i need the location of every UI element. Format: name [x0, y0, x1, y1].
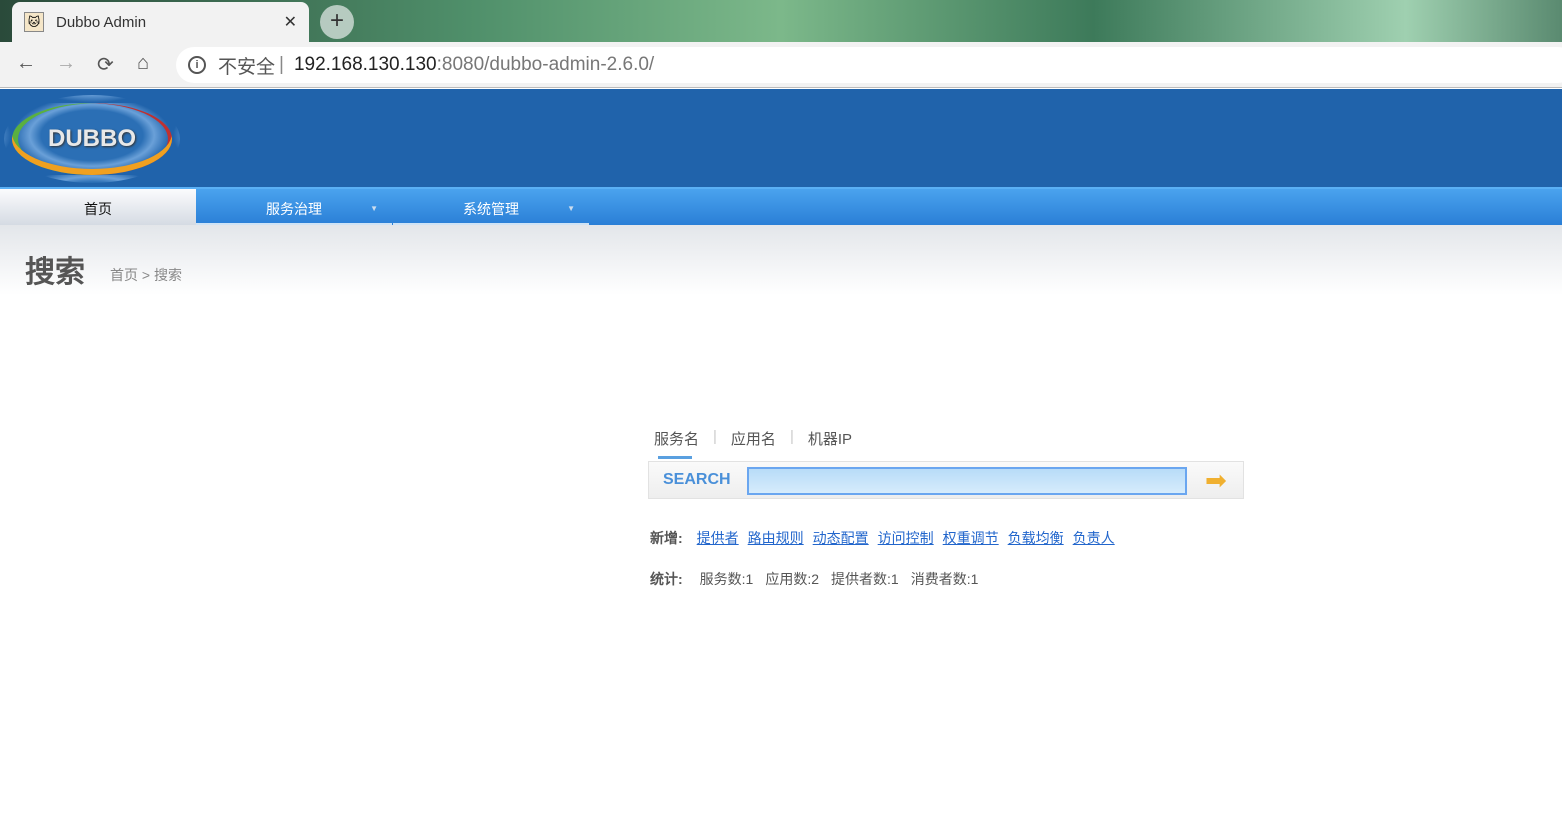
new-tab-button[interactable]: +	[320, 5, 354, 39]
reload-icon[interactable]: ⟳	[97, 52, 114, 77]
menu-service-governance[interactable]: 服务治理 ▼	[196, 189, 392, 225]
close-tab-icon[interactable]: ✕	[284, 12, 297, 32]
add-provider-link[interactable]: 提供者	[697, 528, 739, 548]
chevron-down-icon: ▼	[370, 204, 378, 213]
add-weight-link[interactable]: 权重调节	[943, 528, 999, 548]
menu-system-management[interactable]: 系统管理 ▼	[393, 189, 589, 225]
search-input[interactable]	[747, 467, 1187, 495]
breadcrumb: 首页 > 搜索	[110, 267, 182, 283]
stats-label: 统计:	[650, 571, 683, 587]
main-menu: 首页 服务治理 ▼ 系统管理 ▼	[0, 187, 1562, 225]
tab-application-name[interactable]: 应用名	[731, 428, 776, 449]
stat-providers: 提供者数:1	[831, 571, 899, 587]
menu-label: 系统管理	[463, 201, 519, 217]
home-icon[interactable]: ⌂	[137, 52, 149, 75]
url-host: 192.168.130.130	[293, 54, 437, 75]
browser-tab-bar: 🐱 Dubbo Admin ✕ +	[0, 0, 1562, 42]
arrow-right-icon[interactable]: ➡	[1205, 467, 1235, 493]
title-bar: 搜索 首页 > 搜索	[0, 225, 1562, 295]
tab-service-name[interactable]: 服务名	[654, 428, 699, 459]
back-icon[interactable]: ←	[16, 52, 36, 75]
stat-consumers: 消费者数:1	[910, 571, 979, 587]
browser-toolbar: ← → ⟳ ⌂ i 不安全 | 192.168.130.130 :8080/du…	[0, 42, 1562, 88]
separator: |	[279, 54, 284, 75]
insecure-label: 不安全	[218, 56, 276, 78]
app-header: DUBBO	[0, 89, 1562, 187]
add-access-link[interactable]: 访问控制	[878, 528, 934, 548]
add-loadbalance-link[interactable]: 负载均衡	[1008, 528, 1064, 548]
stats: 统计: 服务数:1 应用数:2 提供者数:1 消费者数:1	[650, 569, 978, 589]
menu-label: 首页	[84, 201, 112, 217]
search-label: SEARCH	[663, 471, 731, 488]
url-path: :8080/dubbo-admin-2.6.0/	[436, 54, 655, 75]
menu-home[interactable]: 首页	[0, 189, 196, 225]
tab-title: Dubbo Admin	[56, 13, 147, 31]
add-label: 新增:	[650, 530, 683, 546]
stat-applications: 应用数:2	[765, 571, 820, 587]
search-type-tabs: 服务名 | 应用名 | 机器IP	[654, 428, 853, 459]
tab-machine-ip[interactable]: 机器IP	[808, 428, 852, 449]
search-box: SEARCH ➡	[648, 461, 1244, 499]
add-owner-link[interactable]: 负责人	[1073, 528, 1115, 548]
add-links: 新增: 提供者 路由规则 动态配置 访问控制 权重调节 负载均衡 负责人	[650, 528, 1115, 548]
dubbo-logo[interactable]: DUBBO	[4, 95, 180, 183]
menu-label: 服务治理	[266, 201, 322, 217]
info-icon[interactable]: i	[188, 56, 206, 74]
browser-tab[interactable]: 🐱 Dubbo Admin ✕	[12, 2, 309, 42]
page-title: 搜索	[25, 256, 85, 289]
stat-services: 服务数:1	[699, 571, 754, 587]
add-config-link[interactable]: 动态配置	[813, 528, 869, 548]
add-route-link[interactable]: 路由规则	[748, 528, 804, 548]
forward-icon[interactable]: →	[56, 52, 76, 75]
tomcat-favicon-icon: 🐱	[24, 12, 44, 32]
logo-text: DUBBO	[48, 125, 136, 152]
chevron-down-icon: ▼	[567, 204, 575, 213]
address-bar[interactable]: i 不安全 | 192.168.130.130 :8080/dubbo-admi…	[176, 47, 1562, 83]
